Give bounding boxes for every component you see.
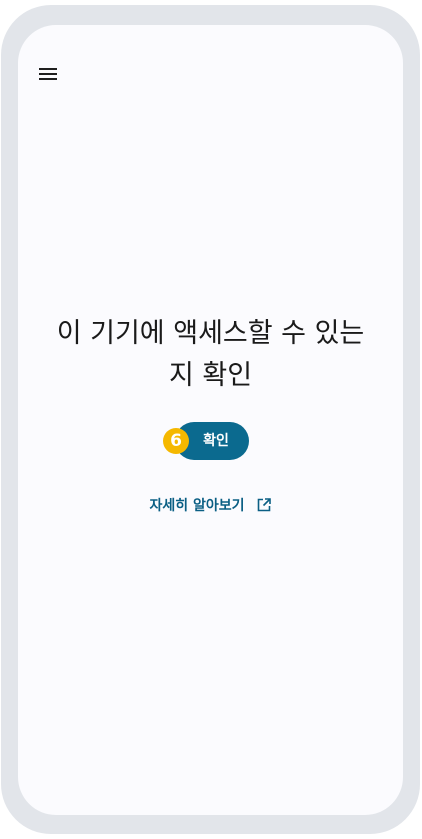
external-link-icon <box>258 498 272 512</box>
screen: 이 기기에 액세스할 수 있는 지 확인 6 확인 자세히 알아보기 <box>18 25 403 815</box>
menu-button[interactable] <box>36 62 60 86</box>
step-number-badge: 6 <box>163 428 189 454</box>
learn-more-label: 자세히 알아보기 <box>149 498 245 514</box>
hamburger-menu-icon <box>39 68 57 80</box>
page-title-line-2: 지 확인 <box>168 360 253 391</box>
page-title: 이 기기에 액세스할 수 있는 지 확인 <box>18 313 403 397</box>
device-frame: 이 기기에 액세스할 수 있는 지 확인 6 확인 자세히 알아보기 <box>1 5 420 834</box>
page-title-line-1: 이 기기에 액세스할 수 있는 <box>56 318 365 349</box>
learn-more-link[interactable]: 자세히 알아보기 <box>18 495 403 517</box>
